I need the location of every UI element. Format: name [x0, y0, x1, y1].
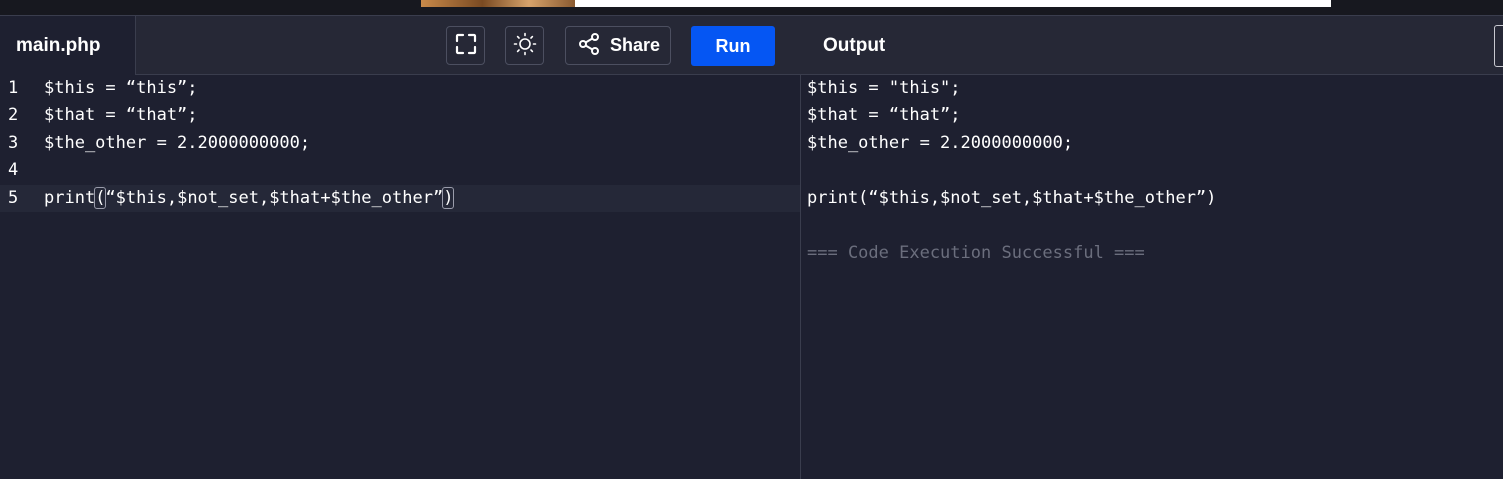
- matched-bracket: (: [94, 187, 107, 209]
- code-line[interactable]: 3 $the_other = 2.2000000000;: [0, 130, 800, 157]
- clear-button[interactable]: [1494, 25, 1503, 67]
- share-icon: [577, 32, 601, 60]
- code-text[interactable]: print(“$this,$not_set,$that+$the_other”): [44, 185, 455, 212]
- code-text[interactable]: $this = “this”;: [44, 75, 198, 102]
- line-number: 4: [8, 160, 19, 180]
- advertisement-image[interactable]: [421, 0, 575, 7]
- line-number: 2: [8, 105, 19, 125]
- fullscreen-icon: [455, 33, 477, 59]
- line-number: 3: [8, 133, 19, 153]
- output-line: print(“$this,$not_set,$that+$the_other”): [807, 188, 1217, 208]
- share-button[interactable]: Share: [565, 26, 671, 65]
- code-line[interactable]: 4: [0, 157, 800, 184]
- output-line: $this = "this";: [807, 78, 961, 98]
- output-panel: $this = "this"; $that = “that”; $the_oth…: [801, 75, 1503, 479]
- active-code-line[interactable]: 5 print(“$this,$not_set,$that+$the_other…: [0, 185, 800, 212]
- sun-icon: [513, 32, 537, 60]
- theme-toggle-button[interactable]: [505, 26, 544, 65]
- code-line[interactable]: 2 $that = “that”;: [0, 102, 800, 129]
- file-tab[interactable]: main.php: [0, 16, 136, 75]
- share-label: Share: [610, 35, 661, 55]
- run-button[interactable]: Run: [691, 26, 775, 66]
- output-line: $the_other = 2.2000000000;: [807, 133, 1074, 153]
- output-line: $that = “that”;: [807, 105, 961, 125]
- code-editor[interactable]: 1 $this = “this”; 2 $that = “that”; 3 $t…: [0, 75, 800, 479]
- matched-bracket: ): [442, 187, 455, 209]
- code-line[interactable]: 1 $this = “this”;: [0, 75, 800, 102]
- output-title: Output: [823, 35, 886, 56]
- code-text[interactable]: $the_other = 2.2000000000;: [44, 130, 310, 157]
- execution-status: === Code Execution Successful ===: [807, 243, 1145, 263]
- toolbar: main.php Share Run Output: [0, 15, 1503, 75]
- line-number: 5: [8, 188, 19, 208]
- fullscreen-button[interactable]: [446, 26, 485, 65]
- code-token: print: [44, 188, 96, 208]
- code-text[interactable]: $that = “that”;: [44, 102, 198, 129]
- code-token: “$this,$not_set,$that+$the_other”: [105, 188, 444, 208]
- line-number: 1: [8, 78, 19, 98]
